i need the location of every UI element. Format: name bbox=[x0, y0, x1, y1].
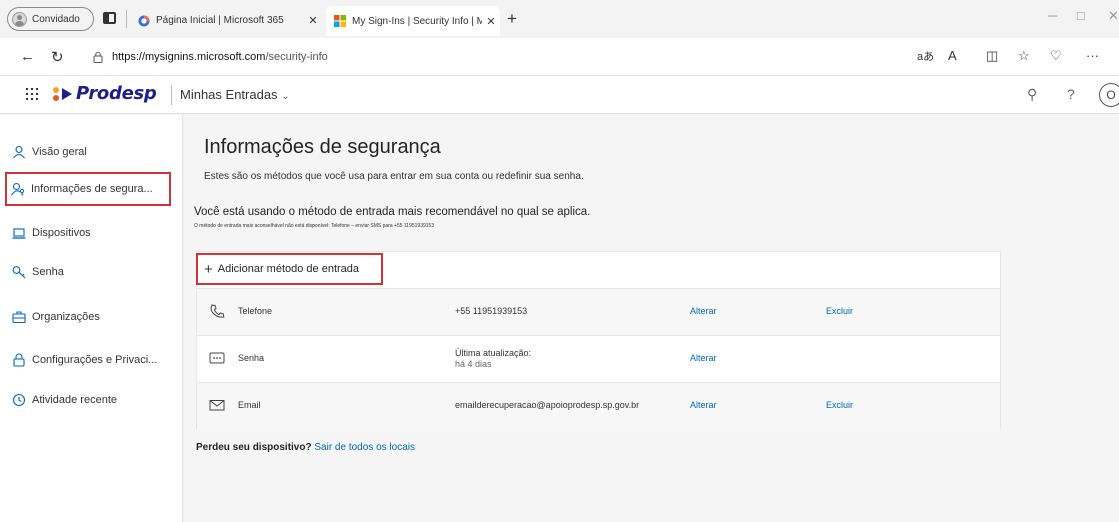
help-icon[interactable]: ? bbox=[1067, 86, 1075, 102]
method-name: Senha bbox=[238, 353, 265, 363]
url-host: https://mysignins.microsoft.com bbox=[112, 51, 266, 63]
tab-separator bbox=[126, 10, 127, 28]
tab-close-icon[interactable]: ✕ bbox=[482, 15, 500, 28]
methods-list: Telefone +55 11951939153 Alterar Excluir… bbox=[197, 288, 1000, 429]
lock-icon bbox=[13, 353, 25, 367]
sign-out-everywhere-link[interactable]: Sair de todos os locais bbox=[314, 442, 415, 453]
sidebar-item-label: Dispositivos bbox=[32, 227, 91, 239]
app-name-label: Minhas Entradas bbox=[180, 87, 278, 102]
sidebar-item-label: Senha bbox=[32, 266, 64, 278]
chevron-down-icon: ⌄ bbox=[281, 91, 290, 102]
change-phone-link[interactable]: Alterar bbox=[690, 306, 717, 316]
person-icon bbox=[13, 145, 25, 159]
sidebar-item-label: Configurações e Privaci... bbox=[32, 354, 158, 366]
sidebar-item-settings-privacy[interactable]: Configurações e Privaci... bbox=[12, 350, 157, 370]
tab-microsoft-365[interactable]: Página Inicial | Microsoft 365 ✕ bbox=[130, 7, 322, 34]
delete-email-link[interactable]: Excluir bbox=[826, 400, 853, 410]
immersive-reader-icon[interactable]: aあ bbox=[917, 48, 934, 64]
minimize-icon[interactable]: ─ bbox=[1048, 8, 1057, 23]
method-value: emailderecuperacao@apoioprodesp.sp.gov.b… bbox=[455, 400, 640, 410]
sidebar: Visão geral Informações de segura... Dis… bbox=[0, 115, 183, 522]
app-header: Prodesp Minhas Entradas ⌄ ⚲ ? O bbox=[0, 76, 1119, 114]
delete-phone-link[interactable]: Excluir bbox=[826, 306, 853, 316]
key-icon bbox=[12, 266, 26, 279]
mail-icon bbox=[209, 400, 225, 411]
history-icon bbox=[12, 393, 26, 407]
maximize-icon[interactable]: □ bbox=[1077, 8, 1085, 23]
tab-actions-icon[interactable] bbox=[103, 12, 116, 24]
back-arrow-icon[interactable]: ← bbox=[20, 48, 35, 65]
browser-tab-strip: Convidado Página Inicial | Microsoft 365… bbox=[0, 0, 1119, 38]
guest-profile-button[interactable]: Convidado bbox=[7, 7, 94, 31]
sidebar-item-overview[interactable]: Visão geral bbox=[12, 142, 87, 162]
microsoft-logo-icon bbox=[334, 15, 346, 27]
laptop-icon bbox=[12, 228, 26, 239]
organization-icon[interactable]: ⚲ bbox=[1027, 86, 1037, 103]
briefcase-icon bbox=[12, 311, 26, 324]
more-options-icon[interactable]: ··· bbox=[1086, 48, 1099, 63]
phone-icon bbox=[210, 304, 225, 318]
person-key-icon bbox=[11, 182, 25, 196]
lock-icon bbox=[93, 51, 103, 63]
header-separator bbox=[171, 85, 172, 105]
method-value: +55 11951939153 bbox=[455, 306, 528, 316]
sidebar-item-label: Atividade recente bbox=[32, 394, 117, 406]
method-value: Última atualização: há 4 dias bbox=[455, 348, 531, 370]
change-email-link[interactable]: Alterar bbox=[690, 400, 717, 410]
method-name: Telefone bbox=[238, 306, 273, 316]
browser-essentials-icon[interactable]: ♡ bbox=[1050, 48, 1062, 64]
tab-title: My Sign-Ins | Security Info | Micro bbox=[352, 15, 482, 27]
sidebar-item-recent-activity[interactable]: Atividade recente bbox=[12, 390, 117, 410]
tab-title: Página Inicial | Microsoft 365 bbox=[156, 15, 284, 26]
methods-card: + Adicionar método de entrada Telefone +… bbox=[196, 251, 1001, 429]
lost-device-label: Perdeu seu dispositivo? bbox=[196, 442, 312, 453]
main-content: Informações de segurança Estes são os mé… bbox=[184, 115, 1119, 522]
last-updated-value: há 4 dias bbox=[455, 359, 492, 369]
recommendation-note: O método de entrada mais aconselhável nã… bbox=[194, 223, 435, 229]
favorites-icon[interactable]: ☆ bbox=[1018, 48, 1030, 64]
method-row-email: Email emailderecuperacao@apoioprodesp.sp… bbox=[197, 382, 1000, 429]
sidebar-item-devices[interactable]: Dispositivos bbox=[12, 223, 91, 243]
tab-close-icon[interactable]: ✕ bbox=[304, 14, 322, 27]
prodesp-logo-icon bbox=[53, 86, 72, 101]
account-avatar[interactable]: O bbox=[1099, 83, 1119, 107]
brand-name: Prodesp bbox=[76, 83, 157, 104]
address-bar-row: ← ↻ https://mysignins.microsoft.com /sec… bbox=[0, 38, 1119, 76]
app-launcher-icon[interactable] bbox=[26, 88, 38, 100]
read-aloud-icon[interactable]: A bbox=[948, 48, 957, 63]
tab-my-sign-ins[interactable]: My Sign-Ins | Security Info | Micro ✕ bbox=[326, 6, 500, 36]
prodesp-logo: Prodesp bbox=[52, 83, 157, 104]
sidebar-item-label: Informações de segura... bbox=[31, 183, 153, 195]
lost-device-text: Perdeu seu dispositivo? Sair de todos os… bbox=[196, 442, 415, 453]
url-path: /security-info bbox=[265, 51, 328, 63]
password-dots-icon bbox=[209, 352, 225, 364]
guest-label: Convidado bbox=[32, 13, 80, 25]
sidebar-item-password[interactable]: Senha bbox=[12, 262, 64, 282]
method-row-password: Senha Última atualização: há 4 dias Alte… bbox=[197, 335, 1000, 382]
method-name: Email bbox=[238, 400, 261, 410]
recommendation-text: Você está usando o método de entrada mai… bbox=[194, 206, 591, 218]
url-input[interactable]: https://mysignins.microsoft.com /securit… bbox=[92, 44, 962, 70]
sidebar-item-label: Visão geral bbox=[32, 146, 87, 158]
add-method-label: Adicionar método de entrada bbox=[217, 263, 360, 275]
sidebar-item-security-info[interactable]: Informações de segura... bbox=[5, 172, 171, 206]
sidebar-item-organizations[interactable]: Organizações bbox=[12, 307, 100, 327]
method-row-phone: Telefone +55 11951939153 Alterar Excluir bbox=[197, 288, 1000, 335]
last-updated-label: Última atualização: bbox=[455, 348, 532, 358]
sidebar-item-label: Organizações bbox=[32, 311, 100, 323]
microsoft-365-icon bbox=[138, 15, 150, 26]
refresh-icon[interactable]: ↻ bbox=[51, 48, 64, 66]
app-name-dropdown[interactable]: Minhas Entradas ⌄ bbox=[180, 87, 290, 102]
change-password-link[interactable]: Alterar bbox=[690, 353, 717, 363]
page-subtitle: Estes são os métodos que você usa para e… bbox=[204, 171, 584, 182]
page-title: Informações de segurança bbox=[204, 136, 441, 158]
split-screen-icon[interactable]: ◫ bbox=[986, 48, 998, 64]
close-window-icon[interactable]: ✕ bbox=[1108, 8, 1119, 24]
plus-icon: + bbox=[204, 260, 213, 278]
add-method-button[interactable]: + Adicionar método de entrada bbox=[196, 253, 383, 285]
new-tab-button[interactable]: + bbox=[507, 9, 517, 29]
guest-avatar-icon bbox=[12, 11, 27, 27]
